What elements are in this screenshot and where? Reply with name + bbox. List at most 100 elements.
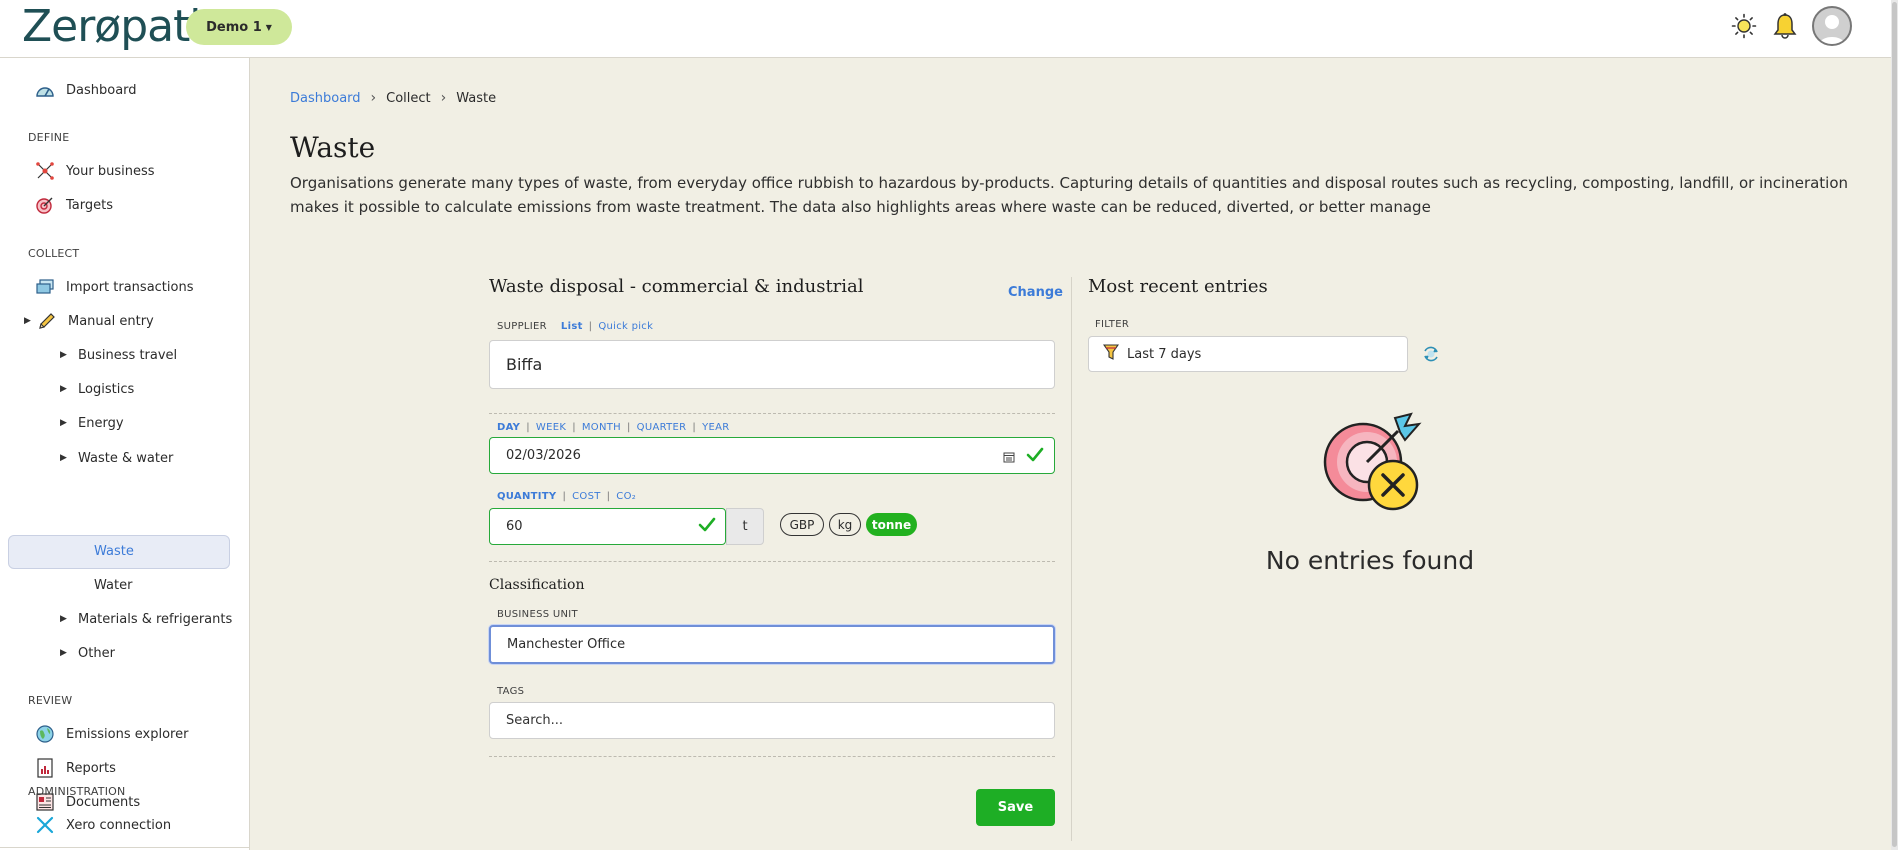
sidebar-item-label: Energy (78, 415, 124, 431)
supplier-mode-toggle: SUPPLIER List | Quick pick (497, 321, 653, 332)
chevron-right-icon: › (370, 90, 377, 106)
column-divider (1071, 277, 1072, 841)
breadcrumb: Dashboard › Collect › Waste (290, 90, 496, 106)
filter-value: Last 7 days (1127, 346, 1202, 362)
sidebar-item-waste-water[interactable]: ▶ Waste & water (0, 443, 250, 473)
business-unit-field[interactable]: Manchester Office (489, 625, 1055, 664)
tags-search-input[interactable]: Search... (489, 702, 1055, 739)
sidebar-item-label: Waste (94, 543, 134, 559)
sidebar-item-dashboard[interactable]: Dashboard (0, 75, 250, 105)
change-link[interactable]: Change (1008, 285, 1063, 300)
caret-right-icon: ▶ (24, 316, 31, 326)
page-title: Waste (290, 131, 376, 164)
period-week[interactable]: WEEK (536, 422, 566, 433)
business-unit-label: BUSINESS UNIT (497, 609, 578, 620)
caret-right-icon: ▶ (60, 614, 67, 624)
sidebar-item-label: Water (94, 577, 133, 593)
period-quarter[interactable]: QUARTER (637, 422, 687, 433)
sidebar-item-import-transactions[interactable]: Import transactions (0, 272, 250, 302)
supplier-field[interactable]: Biffa (489, 340, 1055, 389)
quantity-mode-cost[interactable]: COST (572, 491, 601, 502)
target-icon (34, 194, 56, 216)
stacked-cards-icon (34, 276, 56, 298)
sidebar-item-label: Waste & water (78, 450, 174, 466)
sidebar-section-review: REVIEW (28, 694, 73, 707)
user-avatar[interactable] (1812, 6, 1852, 46)
tags-placeholder: Search... (506, 713, 564, 728)
classification-title: Classification (489, 577, 585, 593)
sidebar-item-logistics[interactable]: ▶ Logistics (0, 374, 250, 404)
supplier-label: SUPPLIER (497, 321, 547, 332)
caret-right-icon: ▶ (60, 384, 67, 394)
caret-down-icon: ▼ (265, 22, 272, 32)
funnel-icon (1102, 343, 1120, 365)
period-day[interactable]: DAY (497, 422, 520, 433)
sidebar-item-water[interactable]: Water (0, 570, 250, 600)
sidebar-item-materials-refrigerants[interactable]: ▶ Materials & refrigerants (0, 604, 250, 634)
form-title: Waste disposal - commercial & industrial (489, 276, 864, 297)
dashed-divider (489, 561, 1055, 562)
breadcrumb-current: Waste (456, 90, 497, 106)
bell-icon[interactable] (1772, 12, 1798, 44)
sun-icon[interactable] (1731, 13, 1757, 43)
breadcrumb-dashboard-link[interactable]: Dashboard (290, 91, 361, 106)
supplier-mode-quick-pick[interactable]: Quick pick (598, 321, 653, 332)
sidebar-item-label: Xero connection (66, 817, 172, 833)
report-icon (34, 757, 56, 779)
quantity-mode-co2[interactable]: CO₂ (616, 491, 636, 502)
sidebar-item-label: Business travel (78, 347, 178, 363)
sidebar: Dashboard DEFINE Your business Targets C… (0, 58, 250, 850)
filter-label: FILTER (1095, 319, 1130, 330)
chevron-right-icon: › (440, 90, 447, 106)
supplier-value: Biffa (506, 355, 543, 374)
business-unit-value: Manchester Office (507, 637, 626, 652)
save-button[interactable]: Save (976, 789, 1055, 826)
unit-addon: t (726, 508, 764, 545)
dashed-divider (489, 756, 1055, 757)
recent-entries-title: Most recent entries (1088, 276, 1268, 297)
unit-pill-gbp[interactable]: GBP (780, 513, 824, 536)
quantity-input[interactable]: 60 (489, 508, 726, 545)
check-icon (1026, 447, 1044, 467)
date-input[interactable]: 02/03/2026 (489, 437, 1055, 474)
sidebar-item-your-business[interactable]: Your business (0, 156, 250, 186)
filter-select[interactable]: Last 7 days (1088, 336, 1408, 372)
sidebar-item-label: Targets (66, 197, 113, 213)
globe-icon (34, 723, 56, 745)
sidebar-item-manual-entry[interactable]: ▶ Manual entry (0, 306, 250, 336)
sidebar-item-business-travel[interactable]: ▶ Business travel (0, 340, 250, 370)
sidebar-item-xero-connection[interactable]: Xero connection (0, 810, 250, 840)
demo-selector-button[interactable]: Demo 1 ▼ (186, 9, 292, 45)
period-toggle: DAY | WEEK | MONTH | QUARTER | YEAR (497, 422, 729, 433)
sidebar-item-targets[interactable]: Targets (0, 190, 250, 220)
sidebar-item-label: Your business (66, 163, 155, 179)
refresh-icon[interactable] (1421, 344, 1441, 368)
caret-right-icon: ▶ (60, 648, 67, 658)
separator: | (626, 422, 631, 433)
separator: | (572, 422, 576, 433)
unit-pill-tonne[interactable]: tonne (866, 513, 917, 536)
calendar-icon[interactable] (1003, 448, 1015, 467)
sidebar-item-waste[interactable]: Waste (0, 536, 250, 566)
sidebar-item-label: Other (78, 645, 115, 661)
separator: | (526, 422, 530, 433)
demo-selector-label: Demo 1 (206, 19, 262, 35)
sidebar-item-energy[interactable]: ▶ Energy (0, 408, 250, 438)
sidebar-item-emissions-explorer[interactable]: Emissions explorer (0, 719, 250, 749)
supplier-mode-list[interactable]: List (561, 321, 583, 332)
period-year[interactable]: YEAR (702, 422, 729, 433)
quantity-mode-quantity[interactable]: QUANTITY (497, 491, 556, 502)
sidebar-item-other[interactable]: ▶ Other (0, 638, 250, 668)
scrollbar-thumb[interactable] (1892, 2, 1897, 847)
tags-label: TAGS (497, 686, 525, 697)
caret-right-icon: ▶ (60, 418, 67, 428)
dashed-divider (489, 413, 1055, 414)
sidebar-item-label: Materials & refrigerants (78, 611, 233, 627)
sidebar-item-reports[interactable]: Reports (0, 753, 250, 783)
unit-pill-kg[interactable]: kg (829, 513, 861, 536)
page-scrollbar[interactable] (1891, 0, 1898, 850)
period-month[interactable]: MONTH (582, 422, 621, 433)
sidebar-item-label: Manual entry (68, 313, 154, 329)
sidebar-item-label: Emissions explorer (66, 726, 189, 742)
quantity-mode-toggle: QUANTITY | COST | CO₂ (497, 491, 636, 502)
